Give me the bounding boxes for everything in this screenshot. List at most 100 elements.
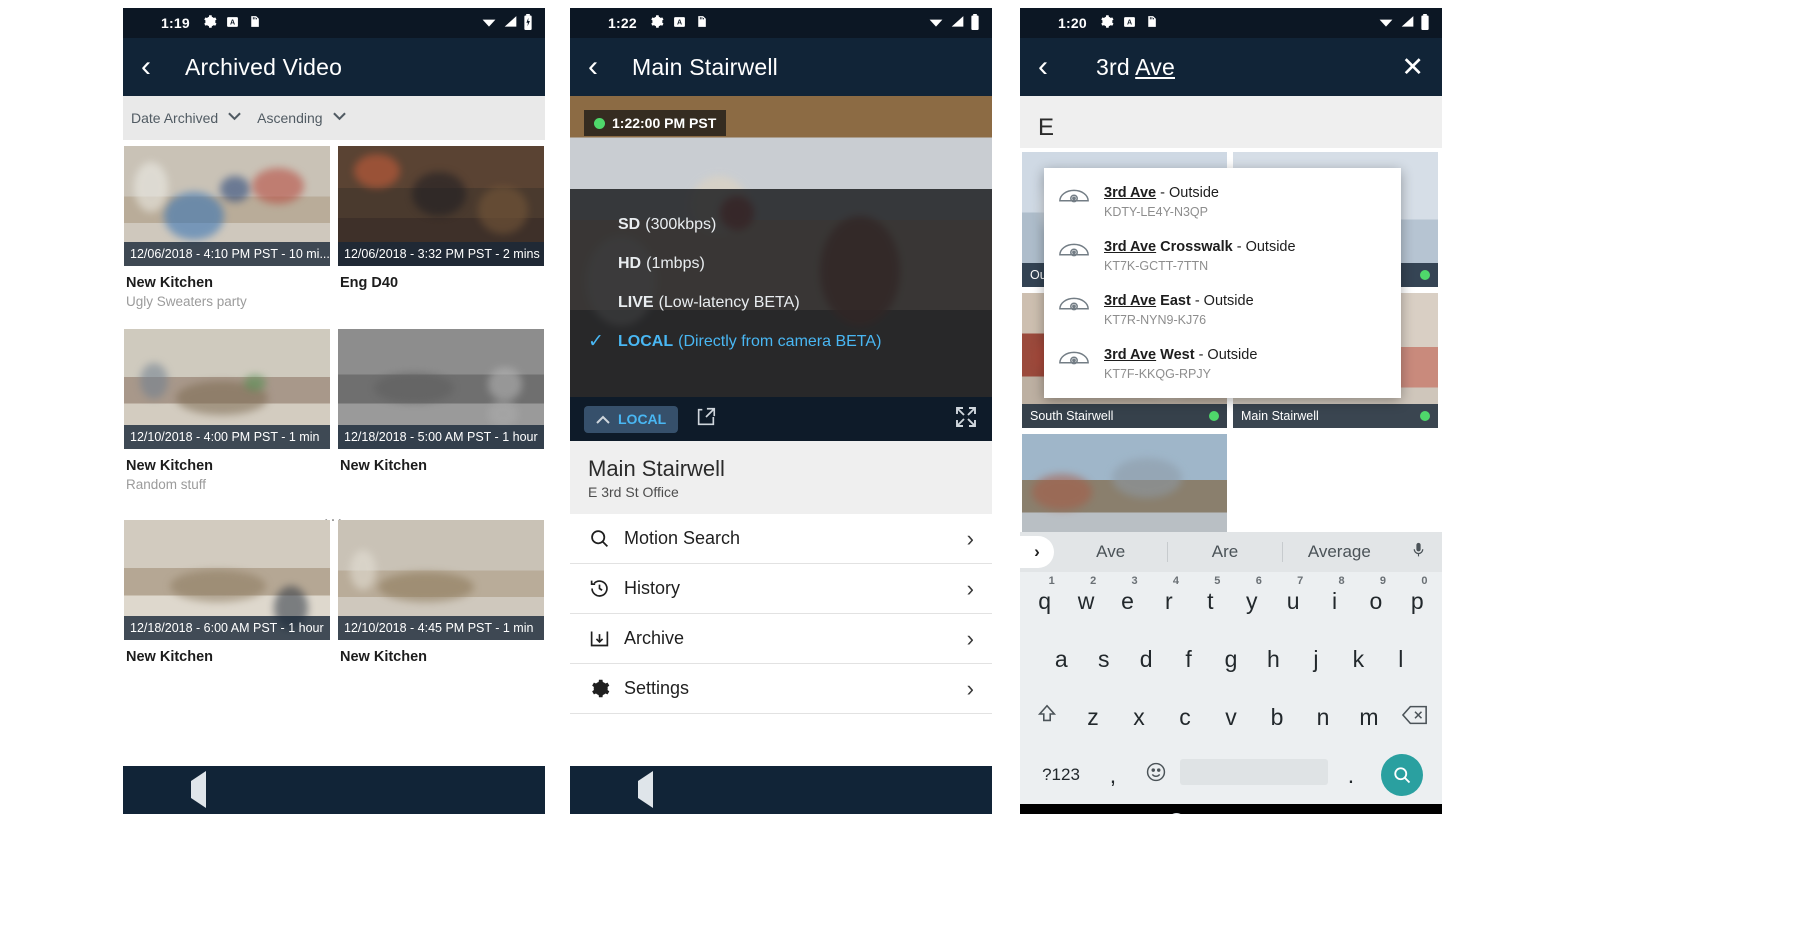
key-j[interactable]: j <box>1295 646 1337 673</box>
sort-field[interactable]: Date Archived <box>131 110 218 126</box>
fullscreen-icon[interactable] <box>954 405 978 434</box>
back-button[interactable]: ‹ <box>1038 52 1072 82</box>
video-card[interactable]: 12/18/2018 - 5:00 AM PST - 1 hour New Ki… <box>338 329 544 492</box>
suggestion-word[interactable]: Are <box>1167 542 1281 562</box>
key-b[interactable]: b <box>1254 704 1300 731</box>
key-l[interactable]: l <box>1380 646 1422 673</box>
quality-toggle-button[interactable]: LOCAL <box>584 405 679 433</box>
back-button[interactable]: ‹ <box>588 52 622 82</box>
video-row: 12/18/2018 - 6:00 AM PST - 1 hour New Ki… <box>123 520 545 668</box>
key-z[interactable]: z <box>1070 704 1116 731</box>
key-k[interactable]: k <box>1337 646 1379 673</box>
key-f[interactable]: f <box>1167 646 1209 673</box>
search-suggestion-item[interactable]: 3rd Ave East - Outside KT7R-NYN9-KJ76 <box>1044 282 1401 336</box>
key-w[interactable]: 2w <box>1065 575 1106 615</box>
key-v[interactable]: v <box>1208 704 1254 731</box>
key-e[interactable]: 3e <box>1107 575 1148 615</box>
signal-icon <box>950 15 965 32</box>
key-a[interactable]: a <box>1040 646 1082 673</box>
key-n[interactable]: n <box>1300 704 1346 731</box>
backspace-icon[interactable] <box>1392 704 1438 731</box>
quality-menu[interactable]: SD (300kbps) HD (1mbps) LIVE (Low-latenc… <box>570 189 992 397</box>
menu-item-motion-search[interactable]: Motion Search › <box>570 514 992 564</box>
video-row: 12/10/2018 - 4:00 PM PST - 1 min New Kit… <box>123 329 545 492</box>
key-y[interactable]: 6y <box>1231 575 1272 615</box>
online-indicator-icon <box>1420 270 1430 280</box>
emoji-icon[interactable] <box>1134 761 1178 789</box>
app-bar: ‹ Archived Video <box>123 38 545 96</box>
home-circle-icon[interactable] <box>1168 813 1186 814</box>
share-icon[interactable] <box>694 406 718 433</box>
video-thumbnail[interactable]: 12/18/2018 - 5:00 AM PST - 1 hour <box>338 329 544 449</box>
video-thumbnail[interactable]: 12/06/2018 - 4:10 PM PST - 10 mi... <box>124 146 330 266</box>
key-h[interactable]: h <box>1252 646 1294 673</box>
battery-icon <box>970 13 980 33</box>
quality-label: SD <box>618 215 641 233</box>
video-name: New Kitchen <box>126 649 214 665</box>
svg-text:A: A <box>230 19 235 26</box>
key-d[interactable]: d <box>1125 646 1167 673</box>
video-thumbnail[interactable]: 12/10/2018 - 4:00 PM PST - 1 min <box>124 329 330 449</box>
key-x[interactable]: x <box>1116 704 1162 731</box>
back-button[interactable]: ‹ <box>141 52 175 82</box>
key-space[interactable] <box>1178 759 1330 791</box>
key-comma[interactable]: , <box>1092 762 1134 789</box>
menu-item-archive[interactable]: Archive › <box>570 614 992 664</box>
key-t[interactable]: 5t <box>1190 575 1231 615</box>
menu-item-history[interactable]: History › <box>570 564 992 614</box>
search-icon <box>588 528 610 550</box>
video-subtitle <box>338 474 544 477</box>
key-r[interactable]: 4r <box>1148 575 1189 615</box>
chevron-down-icon[interactable] <box>228 112 241 124</box>
key-m[interactable]: m <box>1346 704 1392 731</box>
key-symbols[interactable]: ?123 <box>1030 765 1092 785</box>
key-p[interactable]: 0p <box>1397 575 1438 615</box>
chevron-down-icon[interactable] <box>332 112 346 124</box>
quality-option-sd[interactable]: SD (300kbps) <box>618 205 992 244</box>
quality-option-hd[interactable]: HD (1mbps) <box>618 244 992 283</box>
shift-icon[interactable] <box>1024 703 1070 731</box>
video-card[interactable]: 12/06/2018 - 4:10 PM PST - 10 mi... New … <box>124 146 330 309</box>
suggestion-word[interactable]: Average <box>1281 542 1396 562</box>
video-card[interactable]: 12/10/2018 - 4:45 PM PST - 1 min New Kit… <box>338 520 544 668</box>
key-c[interactable]: c <box>1162 704 1208 731</box>
video-player[interactable]: 1:22:00 PM PST SD (300kbps) HD (1mbps) L… <box>570 96 992 441</box>
quality-option-live[interactable]: LIVE (Low-latency BETA) <box>618 283 992 322</box>
key-period[interactable]: . <box>1330 762 1372 789</box>
video-thumbnail[interactable]: 12/18/2018 - 6:00 AM PST - 1 hour <box>124 520 330 640</box>
key-o[interactable]: 9o <box>1355 575 1396 615</box>
sort-order[interactable]: Ascending <box>257 110 322 126</box>
video-card[interactable]: 12/18/2018 - 6:00 AM PST - 1 hour New Ki… <box>124 520 330 668</box>
back-triangle-icon[interactable] <box>190 771 206 808</box>
key-g[interactable]: g <box>1210 646 1252 673</box>
close-icon[interactable]: ✕ <box>1401 52 1424 83</box>
keyboard-nav-bar: ▼ <box>1020 804 1442 814</box>
search-suggestion-item[interactable]: 3rd Ave West - Outside KT7F-KKQG-RPJY <box>1044 336 1401 390</box>
video-card[interactable]: 12/06/2018 - 3:32 PM PST - 2 mins Eng D4… <box>338 146 544 309</box>
menu-item-settings[interactable]: Settings › <box>570 664 992 714</box>
search-suggestion-item[interactable]: 3rd Ave - Outside KDTY-LE4Y-N3QP <box>1044 174 1401 228</box>
expand-suggestions-button[interactable]: › <box>1020 536 1054 568</box>
chevron-right-icon: › <box>966 625 974 651</box>
svg-text:A: A <box>1127 19 1132 26</box>
back-triangle-icon[interactable] <box>637 771 653 808</box>
camera-header: Main Stairwell E 3rd St Office <box>570 441 992 514</box>
gear-icon <box>202 14 217 32</box>
key-u[interactable]: 7u <box>1272 575 1313 615</box>
quality-label: LIVE <box>618 293 654 311</box>
video-card[interactable]: 12/10/2018 - 4:00 PM PST - 1 min New Kit… <box>124 329 330 492</box>
chevron-right-icon: › <box>966 525 974 551</box>
quality-option-local[interactable]: ✓ LOCAL (Directly from camera BETA) <box>588 322 992 361</box>
suggestion-title: 3rd Ave West - Outside <box>1104 347 1257 363</box>
key-i[interactable]: 8i <box>1314 575 1355 615</box>
video-thumbnail[interactable]: 12/10/2018 - 4:45 PM PST - 1 min <box>338 520 544 640</box>
search-suggestion-item[interactable]: 3rd Ave Crosswalk - Outside KT7K-GCTT-7T… <box>1044 228 1401 282</box>
key-s[interactable]: s <box>1082 646 1124 673</box>
key-search[interactable] <box>1372 754 1432 796</box>
key-q[interactable]: 1q <box>1024 575 1065 615</box>
microphone-icon[interactable] <box>1396 539 1442 566</box>
video-thumbnail[interactable]: 12/06/2018 - 3:32 PM PST - 2 mins <box>338 146 544 266</box>
behind-page-title: E <box>1020 96 1442 148</box>
search-input[interactable]: 3rd Ave <box>1096 54 1175 81</box>
suggestion-word[interactable]: Ave <box>1054 542 1167 562</box>
